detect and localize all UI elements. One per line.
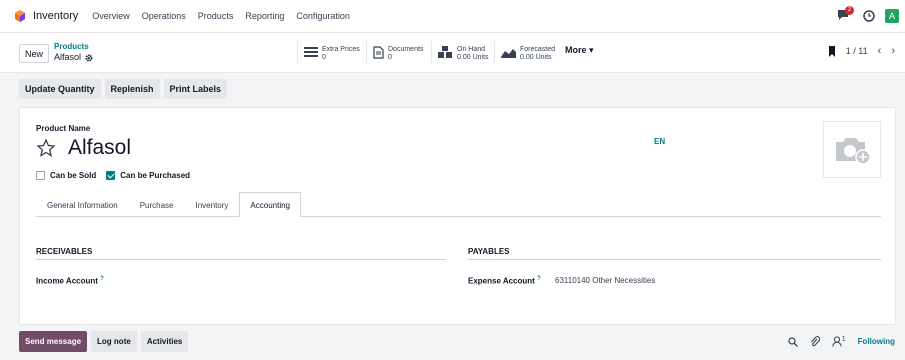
tab-general-information[interactable]: General Information <box>36 192 129 217</box>
following-button[interactable]: Following <box>858 337 895 346</box>
divider <box>36 259 446 260</box>
forecasted-value: 0.00 Units <box>520 53 552 61</box>
forecasted-label: Forecasted <box>520 45 556 53</box>
extra-prices-label: Extra Prices <box>322 45 360 53</box>
expense-account-label: Expense Account ? <box>468 276 541 286</box>
extra-prices-button[interactable]: Extra Prices 0 <box>297 41 366 63</box>
control-panel: New Products Alfasol Extra Prices 0 Docum… <box>0 33 905 73</box>
chevron-left-icon[interactable]: ‹ <box>878 45 882 57</box>
payables-title: PAYABLES <box>468 247 510 256</box>
more-button[interactable]: More ▾ <box>565 45 594 56</box>
paperclip-icon[interactable] <box>810 336 820 347</box>
log-note-button[interactable]: Log note <box>91 331 137 352</box>
income-account-label: Income Account ? <box>36 276 104 286</box>
extra-prices-value: 0 <box>322 53 326 61</box>
user-avatar[interactable]: A <box>885 9 899 23</box>
user-icon <box>832 336 842 347</box>
tab-purchase[interactable]: Purchase <box>129 192 185 217</box>
follower-count: 1 <box>841 336 846 343</box>
bookmark-icon[interactable] <box>828 45 836 57</box>
new-button[interactable]: New <box>19 44 49 63</box>
update-quantity-button[interactable]: Update Quantity <box>19 79 101 99</box>
breadcrumb-products[interactable]: Products <box>54 41 93 52</box>
search-icon[interactable] <box>788 336 798 347</box>
activities-button[interactable]: Activities <box>140 331 189 352</box>
menu-configuration[interactable]: Configuration <box>296 11 350 21</box>
breadcrumb-current: Alfasol <box>54 52 82 62</box>
menu-reporting[interactable]: Reporting <box>245 11 284 21</box>
notebook-tabs: General Information Purchase Inventory A… <box>36 192 881 217</box>
print-labels-button[interactable]: Print Labels <box>163 79 228 99</box>
clock-icon[interactable] <box>863 10 875 22</box>
receivables-title: RECEIVABLES <box>36 247 93 256</box>
divider <box>468 259 881 260</box>
breadcrumb: Products Alfasol <box>54 41 93 63</box>
product-image[interactable] <box>823 121 881 178</box>
menu-overview[interactable]: Overview <box>92 11 130 21</box>
pager-value[interactable]: 1 / 11 <box>846 46 868 56</box>
area-chart-icon <box>501 48 516 58</box>
chatter-bar: Send message Log note Activities <box>19 331 189 352</box>
star-icon[interactable] <box>36 138 56 158</box>
forecasted-button[interactable]: Forecasted 0.00 Units <box>494 41 562 63</box>
can-be-purchased-checkbox[interactable]: Can be Purchased <box>106 171 190 180</box>
tab-inventory[interactable]: Inventory <box>185 192 240 217</box>
menu-products[interactable]: Products <box>198 11 234 21</box>
document-icon <box>373 45 384 59</box>
gear-icon[interactable] <box>85 54 93 62</box>
replenish-button[interactable]: Replenish <box>104 79 160 99</box>
chevron-right-icon[interactable]: › <box>891 45 895 57</box>
followers-button[interactable]: 1 <box>832 336 846 347</box>
action-bar: Update Quantity Replenish Print Labels <box>19 79 228 99</box>
product-name-input[interactable]: Alfasol <box>68 136 131 160</box>
can-be-sold-checkbox[interactable]: Can be Sold <box>36 171 96 180</box>
documents-value: 0 <box>388 53 392 61</box>
app-name[interactable]: Inventory <box>33 10 78 22</box>
on-hand-label: On Hand <box>457 45 486 53</box>
list-icon <box>304 47 318 57</box>
caret-down-icon: ▾ <box>589 45 594 55</box>
form-sheet: Product Name Alfasol EN Can be Sold Can … <box>19 107 896 325</box>
send-message-button[interactable]: Send message <box>19 331 88 352</box>
pager: 1 / 11 ‹ › <box>828 45 895 57</box>
message-count-badge: 2 <box>845 6 854 15</box>
cubes-icon <box>438 46 452 58</box>
language-button[interactable]: EN <box>654 137 665 146</box>
camera-add-icon <box>836 137 871 165</box>
top-navbar: Inventory Overview Operations Products R… <box>0 0 905 33</box>
expense-account-field[interactable]: 63110140 Other Necessities <box>555 276 655 285</box>
menu-operations[interactable]: Operations <box>142 11 186 21</box>
checkbox-unchecked[interactable] <box>36 171 45 180</box>
product-name-label: Product Name <box>36 124 91 133</box>
inventory-app-icon[interactable] <box>15 10 25 22</box>
checkbox-checked[interactable] <box>106 171 116 180</box>
help-tooltip-icon[interactable]: ? <box>537 276 541 282</box>
help-tooltip-icon[interactable]: ? <box>100 276 104 282</box>
on-hand-button[interactable]: On Hand 0.00 Units <box>431 41 495 63</box>
messages-icon[interactable]: 2 <box>837 6 854 23</box>
chatter-tools: 1 Following <box>788 336 895 347</box>
tab-accounting[interactable]: Accounting <box>239 192 301 217</box>
documents-label: Documents <box>388 45 424 53</box>
documents-button[interactable]: Documents 0 <box>366 41 430 63</box>
on-hand-value: 0.00 Units <box>457 53 489 61</box>
